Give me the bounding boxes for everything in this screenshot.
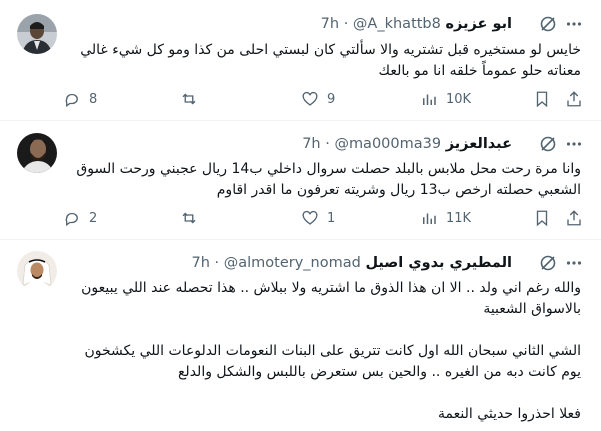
share-button[interactable] (565, 208, 583, 228)
action-bar: 8 9 10K (63, 89, 583, 109)
grok-icon[interactable] (539, 135, 557, 153)
bookmark-icon (536, 210, 548, 227)
tweet-text: وانا مرة رحت محل ملابس بالبلد حصلت سروال… (56, 159, 581, 201)
timestamp[interactable]: 7h (321, 16, 339, 32)
display-name[interactable]: عبدالعزيز (446, 136, 512, 152)
share-button[interactable] (565, 89, 583, 109)
tweet[interactable]: المطيري بدوي اصيل @almotery_nomad · 7h و… (0, 240, 601, 431)
like-button[interactable]: 9 (301, 89, 335, 109)
more-options-icon[interactable] (565, 15, 583, 33)
grok-icon[interactable] (539, 15, 557, 33)
timestamp[interactable]: 7h (302, 136, 320, 152)
user-handle[interactable]: @almotery_nomad (224, 255, 361, 271)
display-name[interactable]: المطيري بدوي اصيل (365, 255, 512, 271)
analytics-icon (423, 94, 436, 105)
tweet-header: ابو عزيزه @A_khattb8 · 7h (321, 14, 512, 34)
like-button[interactable]: 1 (301, 208, 335, 228)
grok-icon[interactable] (539, 254, 557, 272)
avatar[interactable] (17, 251, 57, 291)
tweet-text-line: فعلا احذروا حديثي النعمة (438, 406, 581, 422)
avatar[interactable] (17, 133, 57, 173)
like-count: 1 (327, 210, 336, 226)
tweet-header: المطيري بدوي اصيل @almotery_nomad · 7h (191, 253, 512, 273)
repost-button[interactable] (180, 89, 198, 109)
more-options-icon[interactable] (565, 254, 583, 272)
views-button[interactable]: 11K (420, 208, 471, 228)
repost-icon (182, 212, 196, 224)
reply-icon (65, 93, 78, 108)
analytics-icon (423, 213, 436, 224)
tweet[interactable]: ابو عزيزه @A_khattb8 · 7h خايس لو مستخير… (0, 0, 601, 120)
reply-button[interactable]: 2 (63, 208, 97, 228)
tweet-text-line: وانا مرة رحت محل ملابس بالبلد حصلت سروال… (76, 161, 581, 177)
bookmark-button[interactable] (533, 208, 551, 228)
tweet-text: والله رغم اني ولد .. الا ان هذا الذوق ما… (56, 278, 581, 425)
repost-icon (182, 93, 196, 105)
user-handle[interactable]: @ma000ma39 (334, 136, 441, 152)
timestamp[interactable]: 7h (191, 255, 209, 271)
heart-icon (302, 91, 318, 106)
view-count: 11K (446, 210, 472, 226)
tweet-text-line: الشي الثاني سبحان الله اول كانت تتريق عل… (84, 343, 581, 359)
bookmark-icon (536, 91, 548, 108)
views-button[interactable]: 10K (420, 89, 471, 109)
tweet-text: خايس لو مستخيره قبل تشتريه والا سألتي كا… (56, 40, 581, 82)
tweet-text-line: والله رغم اني ولد .. الا ان هذا الذوق ما… (81, 280, 581, 296)
view-count: 10K (446, 91, 472, 107)
reply-button[interactable]: 8 (63, 89, 97, 109)
bookmark-button[interactable] (533, 89, 551, 109)
share-icon (567, 91, 581, 107)
reply-count: 8 (89, 91, 98, 107)
like-count: 9 (327, 91, 336, 107)
avatar[interactable] (17, 14, 57, 54)
share-icon (567, 210, 581, 226)
tweet-header: عبدالعزيز @ma000ma39 · 7h (302, 134, 512, 154)
tweet-text-line: معناته حلو عموماً خلقه انا مو بالعك (378, 63, 581, 79)
tweet-text-line: بالاسواق الشعبية (483, 301, 581, 317)
heart-icon (302, 210, 318, 225)
separator-dot: · (325, 136, 330, 152)
more-options-icon[interactable] (565, 135, 583, 153)
tweet-text-line: خايس لو مستخيره قبل تشتريه والا سألتي كا… (80, 42, 581, 58)
repost-button[interactable] (180, 208, 198, 228)
user-handle[interactable]: @A_khattb8 (353, 16, 441, 32)
separator-dot: · (214, 255, 220, 271)
tweet-text-line: يوم كانت دبه من الغيره .. والحين بس ستعر… (177, 364, 581, 380)
action-bar: 2 1 11K (63, 208, 583, 228)
separator-dot: · (343, 16, 349, 32)
display-name[interactable]: ابو عزيزه (445, 16, 512, 32)
reply-count: 2 (89, 210, 98, 226)
tweet[interactable]: عبدالعزيز @ma000ma39 · 7h وانا مرة رحت م… (0, 121, 601, 239)
tweet-text-line: الشعبي حصلته ارخص ب13 ريال وشريته تعرفون… (216, 182, 581, 198)
reply-icon (65, 212, 78, 227)
